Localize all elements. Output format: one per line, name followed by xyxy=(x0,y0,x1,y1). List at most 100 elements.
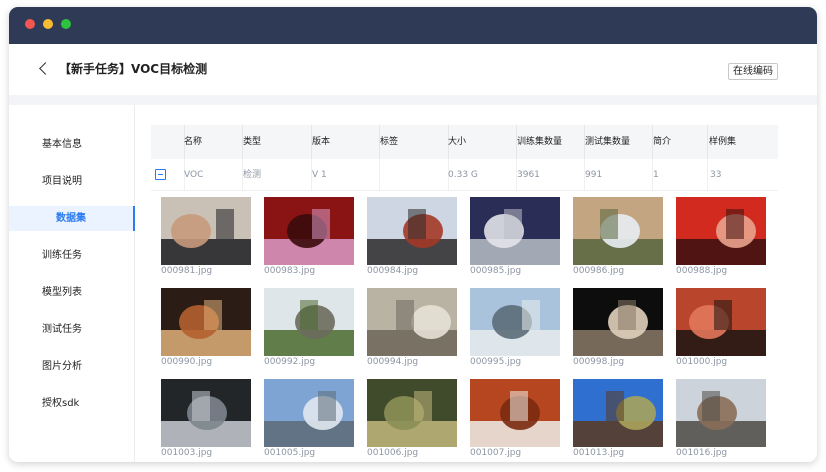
sidebar-item-sdk-license[interactable]: 授权sdk xyxy=(9,391,135,416)
sample-filename: 000998.jpg xyxy=(573,357,625,367)
table-header: 名称 类型 版本 标签 大小 训练集数量 测试集数量 简介 样例集 xyxy=(151,125,778,159)
sidebar-item-model-list[interactable]: 模型列表 xyxy=(9,280,135,305)
column-header-name: 名称 xyxy=(184,137,203,147)
sidebar-item-label: 项目说明 xyxy=(42,176,82,187)
collapse-row-icon[interactable] xyxy=(155,169,166,180)
sample-thumbnail[interactable] xyxy=(367,288,457,356)
sample-image xyxy=(367,288,457,356)
sample-image xyxy=(161,288,251,356)
column-header-samples: 样例集 xyxy=(709,137,737,147)
sample-filename: 001003.jpg xyxy=(161,448,213,458)
sample-thumbnail[interactable] xyxy=(676,379,766,447)
sample-image xyxy=(470,197,560,265)
cell-divider xyxy=(707,159,708,191)
dataset-table: 名称 类型 版本 标签 大小 训练集数量 测试集数量 简介 样例集 VOC 检测… xyxy=(151,125,778,462)
sidebar-item-label: 模型列表 xyxy=(42,287,82,298)
sample-image xyxy=(367,379,457,447)
sample-filename: 000990.jpg xyxy=(161,357,213,367)
app-window: 【新手任务】VOC目标检测 在线编码 基本信息 项目说明 数据集 训练任务 模型… xyxy=(9,7,817,462)
title-bar xyxy=(9,7,817,44)
sample-thumbnail[interactable] xyxy=(161,288,251,356)
sample-image xyxy=(676,379,766,447)
sidebar-item-label: 授权sdk xyxy=(42,398,80,409)
sample-filename: 000995.jpg xyxy=(470,357,522,367)
column-header-size: 大小 xyxy=(448,137,467,147)
sample-filename: 001006.jpg xyxy=(367,448,419,458)
sidebar-item-test-tasks[interactable]: 测试任务 xyxy=(9,317,135,342)
sample-image xyxy=(573,197,663,265)
sample-thumbnail[interactable] xyxy=(470,288,560,356)
sample-filename: 000988.jpg xyxy=(676,266,728,276)
sample-thumbnail[interactable] xyxy=(264,288,354,356)
column-divider xyxy=(707,125,708,159)
cell-divider xyxy=(379,159,380,191)
sample-image xyxy=(264,379,354,447)
sidebar-item-image-analysis[interactable]: 图片分析 xyxy=(9,354,135,379)
sample-thumbnail[interactable] xyxy=(161,197,251,265)
cell-name: VOC xyxy=(184,170,204,180)
sample-filename: 001007.jpg xyxy=(470,448,522,458)
sample-image xyxy=(264,288,354,356)
sample-image xyxy=(573,379,663,447)
cell-samples: 33 xyxy=(710,170,722,180)
sidebar-item-label: 基本信息 xyxy=(42,139,82,150)
back-arrow-icon[interactable] xyxy=(39,62,52,75)
sidebar-item-training-tasks[interactable]: 训练任务 xyxy=(9,243,135,268)
sample-filename: 000992.jpg xyxy=(264,357,316,367)
page-header: 【新手任务】VOC目标检测 在线编码 xyxy=(9,44,817,95)
sample-image xyxy=(161,197,251,265)
sample-thumbnail[interactable] xyxy=(161,379,251,447)
sample-filename: 000985.jpg xyxy=(470,266,522,276)
sample-image xyxy=(264,197,354,265)
sample-image xyxy=(573,288,663,356)
column-header-type: 类型 xyxy=(243,137,262,147)
column-header-version: 版本 xyxy=(312,137,331,147)
sample-thumbnail[interactable] xyxy=(367,379,457,447)
page-title: 【新手任务】VOC目标检测 xyxy=(59,62,208,76)
sidebar-item-label: 图片分析 xyxy=(42,361,82,372)
column-header-tags: 标签 xyxy=(380,137,399,147)
sample-thumbnail[interactable] xyxy=(573,379,663,447)
column-header-train-count: 训练集数量 xyxy=(517,137,563,147)
sample-image xyxy=(161,379,251,447)
sample-filename: 001005.jpg xyxy=(264,448,316,458)
cell-intro: 1 xyxy=(653,170,659,180)
close-window-button[interactable] xyxy=(25,19,35,29)
sample-filename: 001013.jpg xyxy=(573,448,625,458)
sample-image xyxy=(676,288,766,356)
sidebar-nav: 基本信息 项目说明 数据集 训练任务 模型列表 测试任务 图片分析 授权sdk xyxy=(9,105,135,462)
sidebar-item-label: 测试任务 xyxy=(42,324,82,335)
sample-filename: 000986.jpg xyxy=(573,266,625,276)
sample-thumbnail[interactable] xyxy=(367,197,457,265)
sidebar-item-basic-info[interactable]: 基本信息 xyxy=(9,132,135,157)
sidebar-item-dataset[interactable]: 数据集 xyxy=(9,206,135,231)
online-coding-button[interactable]: 在线编码 xyxy=(728,63,778,80)
column-header-test-count: 测试集数量 xyxy=(585,137,631,147)
cell-size: 0.33 G xyxy=(448,170,478,180)
sample-thumbnail[interactable] xyxy=(573,197,663,265)
sample-filename: 001016.jpg xyxy=(676,448,728,458)
maximize-window-button[interactable] xyxy=(61,19,71,29)
sample-image xyxy=(470,288,560,356)
sample-filename: 000981.jpg xyxy=(161,266,213,276)
cell-train-count: 3961 xyxy=(517,170,540,180)
sample-thumbnail[interactable] xyxy=(573,288,663,356)
sample-image xyxy=(470,379,560,447)
table-row[interactable]: VOC 检测 V 1 0.33 G 3961 991 1 33 xyxy=(151,159,778,191)
main-content: 基本信息 项目说明 数据集 训练任务 模型列表 测试任务 图片分析 授权sdk … xyxy=(9,105,817,462)
sample-thumbnail[interactable] xyxy=(676,197,766,265)
sample-filename: 000984.jpg xyxy=(367,266,419,276)
sample-image xyxy=(367,197,457,265)
minimize-window-button[interactable] xyxy=(43,19,53,29)
sample-filename: 000994.jpg xyxy=(367,357,419,367)
sample-thumbnail[interactable] xyxy=(264,197,354,265)
sample-image xyxy=(676,197,766,265)
sample-thumbnail[interactable] xyxy=(470,379,560,447)
sample-thumbnail[interactable] xyxy=(470,197,560,265)
sidebar-item-label: 训练任务 xyxy=(42,250,82,261)
sample-thumbnail[interactable] xyxy=(264,379,354,447)
sample-thumbnail[interactable] xyxy=(676,288,766,356)
sidebar-item-project-description[interactable]: 项目说明 xyxy=(9,169,135,194)
column-header-intro: 简介 xyxy=(653,137,672,147)
cell-version: V 1 xyxy=(312,170,327,180)
